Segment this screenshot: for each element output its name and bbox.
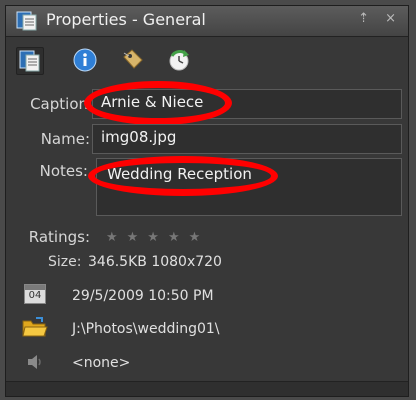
name-input[interactable]: img08.jpg [92,124,402,154]
notes-label: Notes: [39,162,88,180]
general-tab-button[interactable] [16,47,44,75]
window-controls[interactable]: ⇡ × [358,11,402,26]
name-label: Name: [40,130,90,148]
caption-label: Caption [30,95,88,113]
rating-stars[interactable]: ★★★★★ [106,230,209,245]
properties-panel: Properties - General ⇡ × Caption Arnie &… [5,5,409,397]
size-value: 346.5KB 1080x720 [88,254,222,270]
notes-textarea[interactable]: Wedding Reception [96,158,402,216]
location-path[interactable]: J:\Photos\wedding01\ [72,321,220,337]
audio-value: <none> [72,355,131,371]
calendar-icon: 04 [24,284,46,304]
date-value: 29/5/2009 10:50 PM [72,288,214,304]
speaker-icon[interactable] [26,353,44,371]
history-tab-button[interactable] [166,47,192,73]
size-label: Size: [48,254,82,270]
folder-icon[interactable] [22,316,48,338]
info-tab-button[interactable] [72,47,98,73]
caption-input[interactable]: Arnie & Niece [92,89,402,119]
toolbar [6,37,408,83]
title-bar[interactable]: Properties - General ⇡ × [6,6,408,37]
properties-panel-icon [16,11,37,31]
tag-icon [123,49,143,69]
keywords-tab-button[interactable] [120,47,146,73]
window-title: Properties - General [46,10,206,29]
history-icon [169,50,189,71]
ratings-label: Ratings: [28,228,90,246]
general-properties-icon [19,50,40,72]
panel-footer [6,381,408,396]
calendar-icon-day: 04 [28,290,42,301]
info-icon [73,48,97,72]
